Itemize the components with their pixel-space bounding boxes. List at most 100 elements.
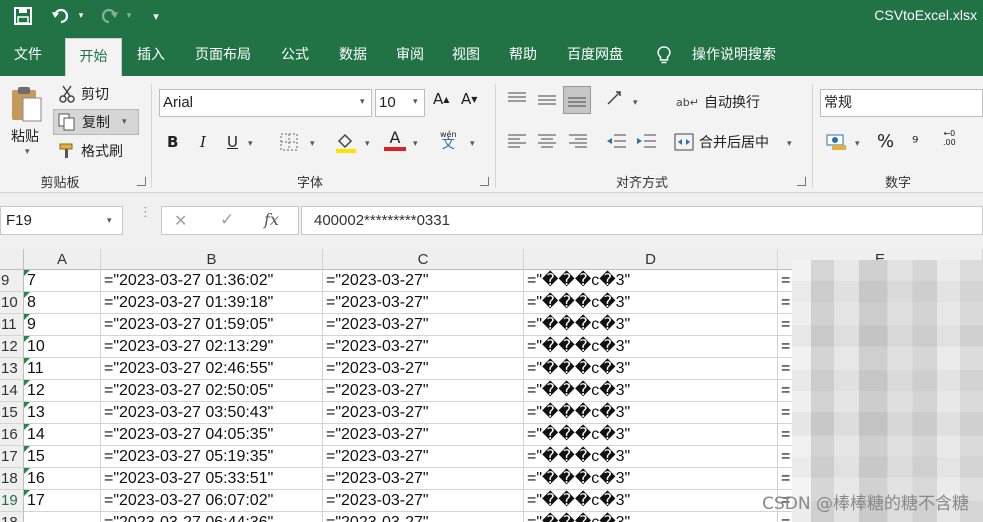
- phonetic-button[interactable]: wén 文: [440, 130, 457, 151]
- decrease-indent-icon[interactable]: [606, 133, 626, 149]
- align-top-icon[interactable]: [508, 92, 526, 106]
- cell-b[interactable]: ="2023-03-27 02:13:29": [101, 336, 323, 358]
- name-box-dropdown-icon[interactable]: ▾: [107, 216, 112, 226]
- save-icon[interactable]: [10, 4, 36, 28]
- cell-a[interactable]: 10: [24, 336, 101, 358]
- row-header[interactable]: 9: [0, 270, 24, 292]
- cell-d[interactable]: ="���c�3": [524, 270, 778, 292]
- cell-a[interactable]: 17: [24, 490, 101, 512]
- font-launcher-icon[interactable]: [480, 177, 489, 186]
- insert-function-icon[interactable]: fx: [264, 210, 279, 229]
- formula-input[interactable]: 400002*********0331: [301, 206, 983, 235]
- cell-a[interactable]: 11: [24, 358, 101, 380]
- name-box[interactable]: F19: [0, 206, 123, 235]
- enter-icon[interactable]: ✓: [220, 210, 234, 230]
- row-header[interactable]: 12: [0, 336, 24, 358]
- fill-color-button[interactable]: [335, 131, 357, 153]
- font-color-dropdown-icon[interactable]: ▾: [413, 139, 418, 149]
- copy-button[interactable]: 复制 ▾: [53, 109, 139, 135]
- cell-b[interactable]: ="2023-03-27 06:07:02": [101, 490, 323, 512]
- cell-b[interactable]: ="2023-03-27 05:19:35": [101, 446, 323, 468]
- cell-d[interactable]: ="���c�3": [524, 380, 778, 402]
- cell-b[interactable]: ="2023-03-27 04:05:35": [101, 424, 323, 446]
- cell-c[interactable]: ="2023-03-27": [323, 336, 524, 358]
- cell-c[interactable]: ="2023-03-27": [323, 380, 524, 402]
- align-left-icon[interactable]: [508, 134, 526, 148]
- format-painter-button[interactable]: 格式刷: [58, 141, 123, 161]
- tab-page-layout[interactable]: 页面布局: [186, 34, 260, 76]
- tab-insert[interactable]: 插入: [128, 34, 174, 76]
- row-header[interactable]: 18: [0, 468, 24, 490]
- copy-dropdown-icon[interactable]: ▾: [122, 117, 127, 127]
- cell-b[interactable]: ="2023-03-27 02:46:55": [101, 358, 323, 380]
- accounting-dropdown-icon[interactable]: ▾: [855, 139, 860, 149]
- cell-a[interactable]: 15: [24, 446, 101, 468]
- cell-d[interactable]: ="���c�3": [524, 358, 778, 380]
- underline-button[interactable]: U: [227, 133, 238, 151]
- borders-dropdown-icon[interactable]: ▾: [310, 139, 315, 149]
- comma-style-icon[interactable]: ⁹: [912, 133, 918, 152]
- cell-b[interactable]: ="2023-03-27 01:36:02": [101, 270, 323, 292]
- increase-decimal-icon[interactable]: ←0.00: [943, 129, 956, 147]
- bold-button[interactable]: B: [167, 133, 178, 151]
- cell-a[interactable]: 12: [24, 380, 101, 402]
- paste-button[interactable]: 粘贴: [11, 126, 39, 146]
- cell-d[interactable]: ="���c�3": [524, 336, 778, 358]
- cell-c[interactable]: ="2023-03-27": [323, 490, 524, 512]
- merge-dropdown-icon[interactable]: ▾: [787, 139, 792, 149]
- cell-d[interactable]: ="���c�3": [524, 468, 778, 490]
- row-header[interactable]: 14: [0, 380, 24, 402]
- clipboard-launcher-icon[interactable]: [137, 177, 146, 186]
- fill-color-dropdown-icon[interactable]: ▾: [365, 139, 370, 149]
- cut-button[interactable]: 剪切: [58, 84, 109, 104]
- undo-dropdown-icon[interactable]: ▾: [74, 4, 88, 28]
- tab-home[interactable]: 开始: [65, 38, 122, 76]
- cell-d[interactable]: ="���c�3": [524, 402, 778, 424]
- column-header-a[interactable]: A: [24, 249, 101, 270]
- tab-review[interactable]: 审阅: [387, 34, 433, 76]
- cell-a[interactable]: 13: [24, 402, 101, 424]
- customize-toolbar-icon[interactable]: ▾: [148, 4, 164, 28]
- cell-d[interactable]: ="���c�3": [524, 490, 778, 512]
- orientation-icon[interactable]: [606, 90, 626, 108]
- cell-b[interactable]: ="2023-03-27 03:50:43": [101, 402, 323, 424]
- increase-font-icon[interactable]: A ▲: [433, 90, 449, 108]
- align-center-icon[interactable]: [538, 134, 556, 148]
- orientation-dropdown-icon[interactable]: ▾: [633, 98, 638, 108]
- align-bottom-icon[interactable]: [563, 86, 591, 114]
- row-header[interactable]: 10: [0, 292, 24, 314]
- cell-a[interactable]: 8: [24, 292, 101, 314]
- row-header[interactable]: 17: [0, 446, 24, 468]
- cell-b[interactable]: ="2023-03-27 06:44:36": [101, 512, 323, 522]
- cell-c[interactable]: ="2023-03-27": [323, 314, 524, 336]
- tell-me-search[interactable]: 操作说明搜索: [684, 34, 784, 76]
- cell-d[interactable]: ="���c�3": [524, 512, 778, 522]
- cell-b[interactable]: ="2023-03-27 01:39:18": [101, 292, 323, 314]
- cell-a[interactable]: 16: [24, 468, 101, 490]
- cell-b[interactable]: ="2023-03-27 01:59:05": [101, 314, 323, 336]
- increase-indent-icon[interactable]: [636, 133, 656, 149]
- font-size-dropdown-icon[interactable]: ▾: [413, 97, 418, 107]
- italic-button[interactable]: I: [200, 133, 206, 151]
- column-header-c[interactable]: C: [323, 249, 524, 270]
- tab-view[interactable]: 视图: [443, 34, 489, 76]
- cell-c[interactable]: ="2023-03-27": [323, 270, 524, 292]
- cell-c[interactable]: ="2023-03-27": [323, 358, 524, 380]
- alignment-launcher-icon[interactable]: [797, 177, 806, 186]
- cancel-icon[interactable]: ✕: [174, 211, 187, 230]
- font-color-button[interactable]: A: [383, 129, 407, 151]
- formula-bar-grip-icon[interactable]: ⋮: [139, 206, 152, 219]
- cell-d[interactable]: ="���c�3": [524, 446, 778, 468]
- tab-baidu-netdisk[interactable]: 百度网盘: [558, 34, 632, 76]
- cell-d[interactable]: ="���c�3": [524, 292, 778, 314]
- phonetic-dropdown-icon[interactable]: ▾: [470, 139, 475, 149]
- cell-b[interactable]: ="2023-03-27 02:50:05": [101, 380, 323, 402]
- font-name-dropdown-icon[interactable]: ▾: [360, 97, 365, 107]
- undo-icon[interactable]: [48, 4, 74, 28]
- row-header[interactable]: 16: [0, 424, 24, 446]
- decrease-font-icon[interactable]: A ▼: [461, 90, 477, 108]
- wrap-text-button[interactable]: ab↵ 自动换行: [676, 92, 760, 112]
- font-name-box[interactable]: Arial: [159, 89, 372, 117]
- tab-data[interactable]: 数据: [330, 34, 376, 76]
- cell-c[interactable]: ="2023-03-27": [323, 512, 524, 522]
